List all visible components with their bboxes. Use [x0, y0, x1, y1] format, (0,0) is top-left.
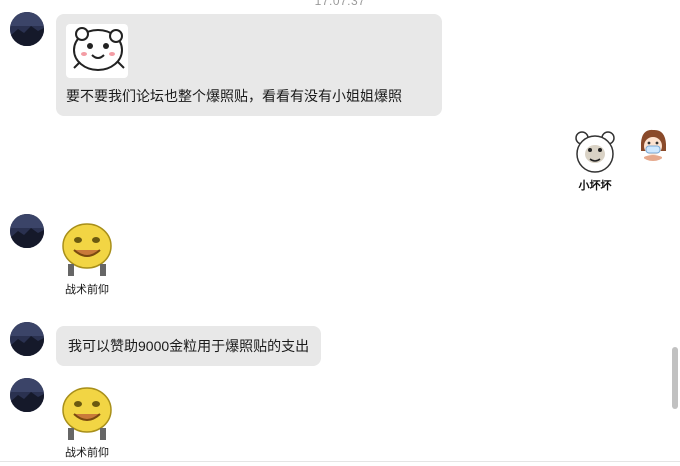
sticker-caption: 小坏坏: [578, 179, 612, 192]
yellow-smiley-sticker[interactable]: [56, 382, 118, 442]
self-avatar[interactable]: [636, 127, 670, 161]
divider: [0, 461, 680, 462]
bear-meme-sticker[interactable]: [568, 130, 622, 176]
avatar[interactable]: [10, 214, 44, 248]
cartoon-face-sticker[interactable]: [66, 24, 128, 78]
yellow-smiley-icon: [62, 223, 112, 276]
yellow-smiley-icon: [62, 387, 112, 440]
message-bubble[interactable]: 我可以赞助9000金粒用于爆照贴的支出: [56, 326, 322, 366]
message-text: 我可以赞助9000金粒用于爆照贴的支出: [68, 338, 310, 354]
avatar[interactable]: [10, 322, 44, 356]
message-bubble[interactable]: 要不要我们论坛也整个爆照贴，看看有没有小姐姐爆照: [56, 14, 442, 116]
message-text: 要不要我们论坛也整个爆照贴，看看有没有小姐姐爆照: [66, 88, 402, 104]
yellow-smiley-sticker[interactable]: [56, 218, 118, 278]
avatar[interactable]: [10, 12, 44, 46]
bear-meme-icon: [575, 131, 615, 173]
sticker-caption: 战术前仰: [65, 446, 109, 459]
cartoon-face-icon: [73, 27, 125, 71]
message-timestamp: 17:07:37: [314, 0, 366, 8]
sticker-caption: 战术前仰: [65, 283, 109, 296]
avatar[interactable]: [10, 378, 44, 412]
scrollbar-thumb[interactable]: [672, 347, 678, 409]
